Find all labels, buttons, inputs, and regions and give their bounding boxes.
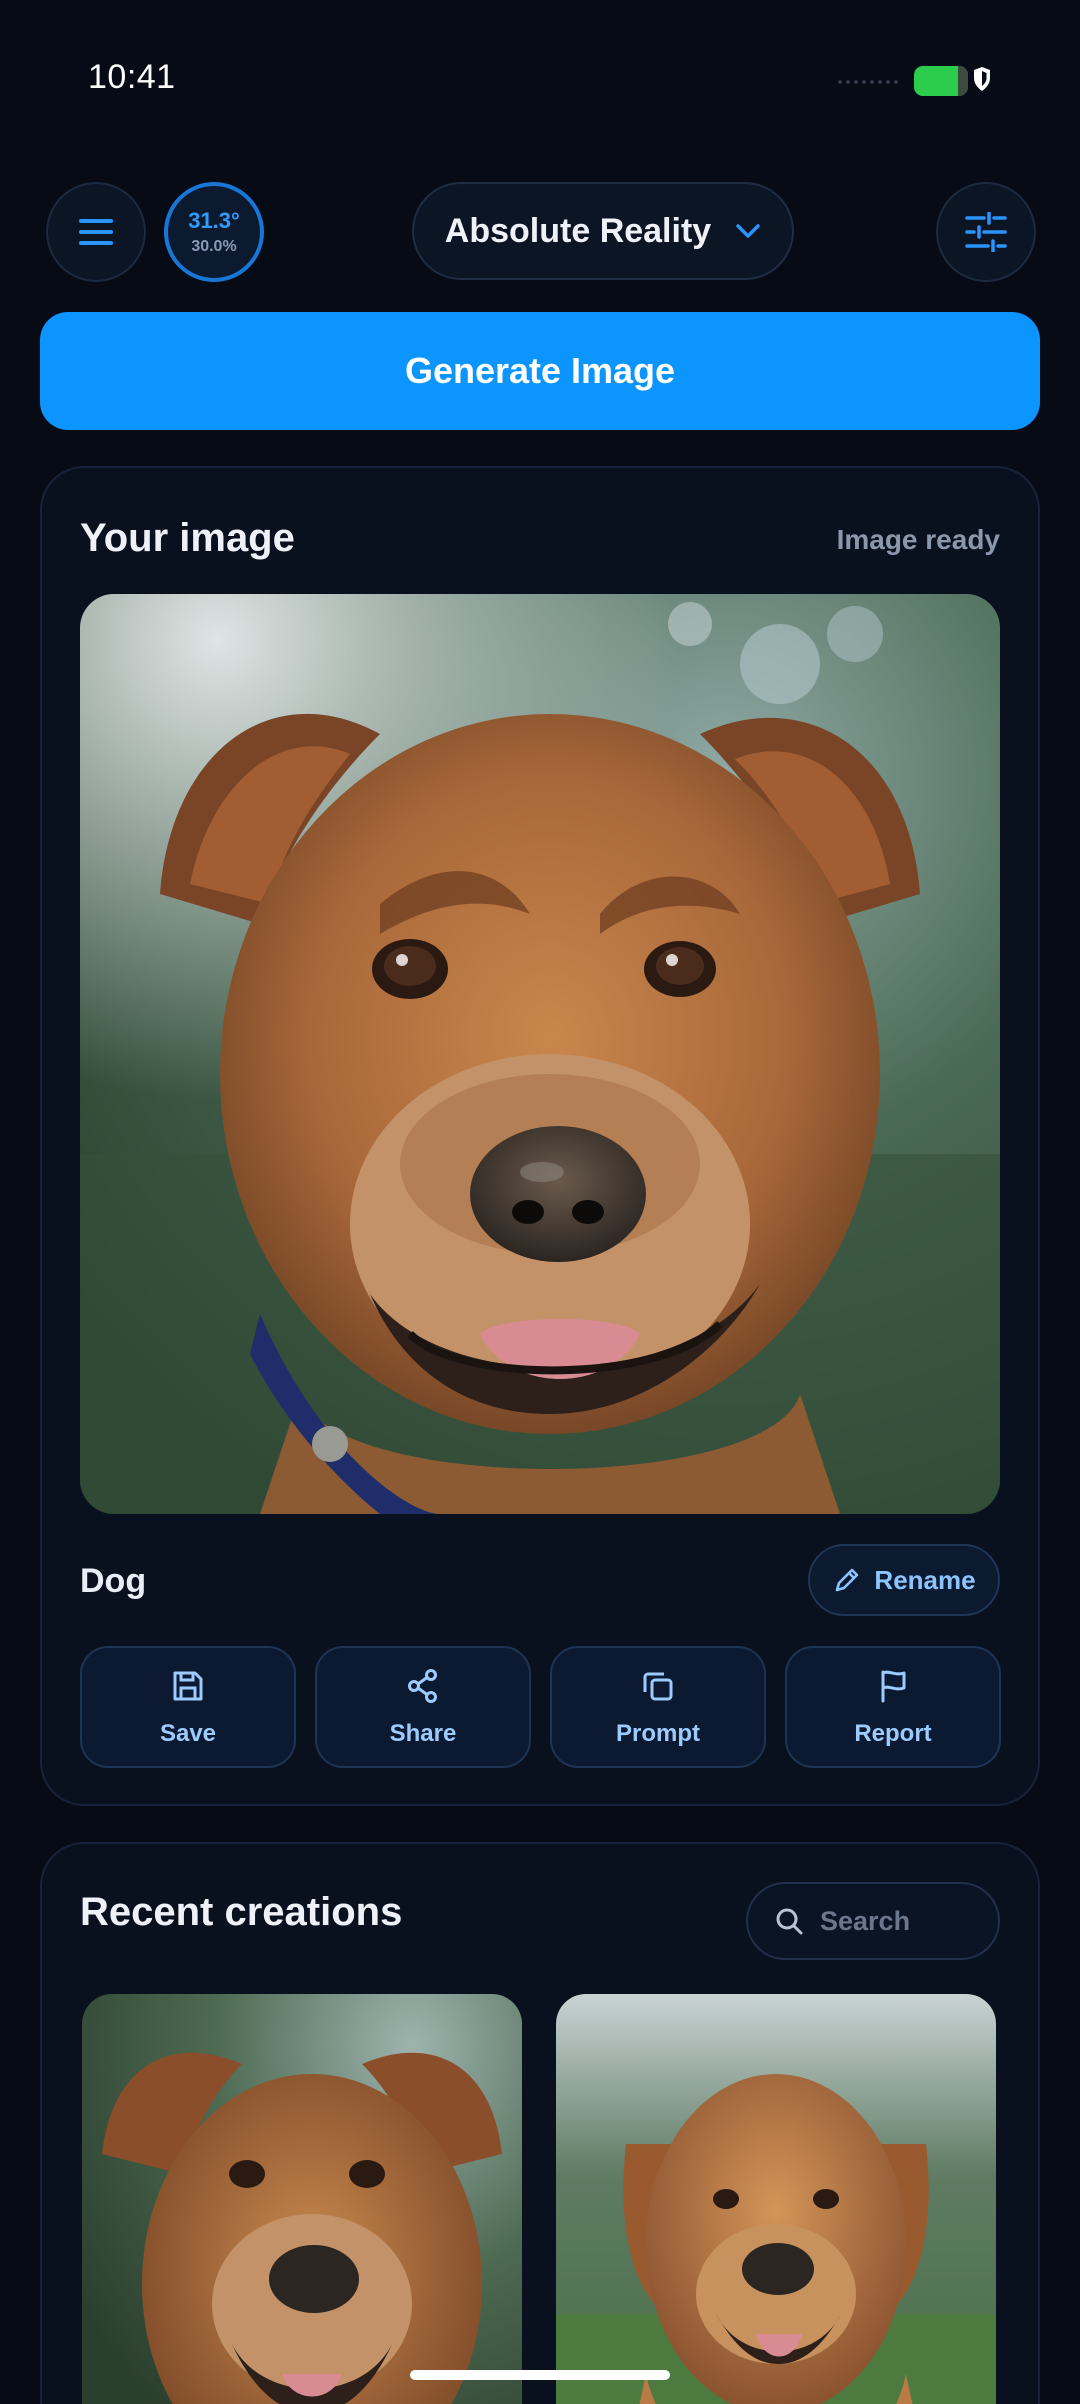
report-label: Report (854, 1720, 932, 1747)
prompt-button[interactable]: Prompt (550, 1646, 766, 1768)
prompt-label: Prompt (616, 1720, 700, 1747)
floppy-disk-icon (173, 1671, 203, 1701)
model-selector[interactable]: Absolute Reality (412, 182, 794, 280)
model-selector-label: Absolute Reality (444, 211, 712, 250)
copy-icon (643, 1672, 673, 1701)
save-button[interactable]: Save (80, 1646, 296, 1768)
share-label: Share (389, 1720, 457, 1747)
hamburger-menu-icon (79, 219, 113, 245)
recent-thumbnail[interactable] (556, 1994, 996, 2404)
pencil-icon (836, 1568, 859, 1592)
menu-button[interactable] (46, 182, 146, 282)
recent-creations-title: Recent creations (80, 1890, 403, 1934)
rename-label: Rename (874, 1564, 976, 1595)
shield-icon (974, 67, 990, 91)
filter-settings-button[interactable] (936, 182, 1036, 282)
share-nodes-icon (408, 1669, 437, 1703)
app-screen: 10:41 31.3° 30.0% Absolute Reality Gener… (0, 0, 1080, 2404)
report-button[interactable]: Report (785, 1646, 1001, 1768)
share-button[interactable]: Share (315, 1646, 531, 1768)
image-actions: Save Share Prompt Report (80, 1646, 1002, 1768)
status-time: 10:41 (88, 58, 176, 96)
flag-icon (881, 1670, 906, 1703)
generated-dog-image[interactable] (80, 594, 1000, 1514)
recent-creations-card: Recent creations (40, 1842, 1040, 2404)
search-icon (776, 1908, 803, 1935)
rename-button[interactable]: Rename (808, 1544, 1000, 1616)
your-image-card: Your image Image ready Dog Rename Save S… (40, 466, 1040, 1806)
status-bar: 10:41 (0, 0, 1080, 150)
search-input[interactable] (818, 1904, 972, 1938)
chevron-down-icon (736, 224, 760, 238)
search-box[interactable] (746, 1882, 1000, 1960)
image-name: Dog (80, 1562, 147, 1600)
sliders-icon (965, 212, 1007, 252)
temperature-secondary: 30.0% (191, 238, 237, 255)
temperature-value: 31.3° (188, 208, 240, 233)
battery-icon (914, 66, 968, 96)
generate-image-button[interactable]: Generate Image (40, 312, 1040, 430)
image-status-text: Image ready (836, 524, 1000, 555)
signal-dots-icon (836, 80, 902, 84)
save-label: Save (159, 1720, 217, 1747)
your-image-title: Your image (80, 516, 295, 560)
home-indicator[interactable] (410, 2370, 670, 2380)
temperature-badge[interactable]: 31.3° 30.0% (164, 182, 264, 282)
recent-thumbnail[interactable] (82, 1994, 522, 2404)
